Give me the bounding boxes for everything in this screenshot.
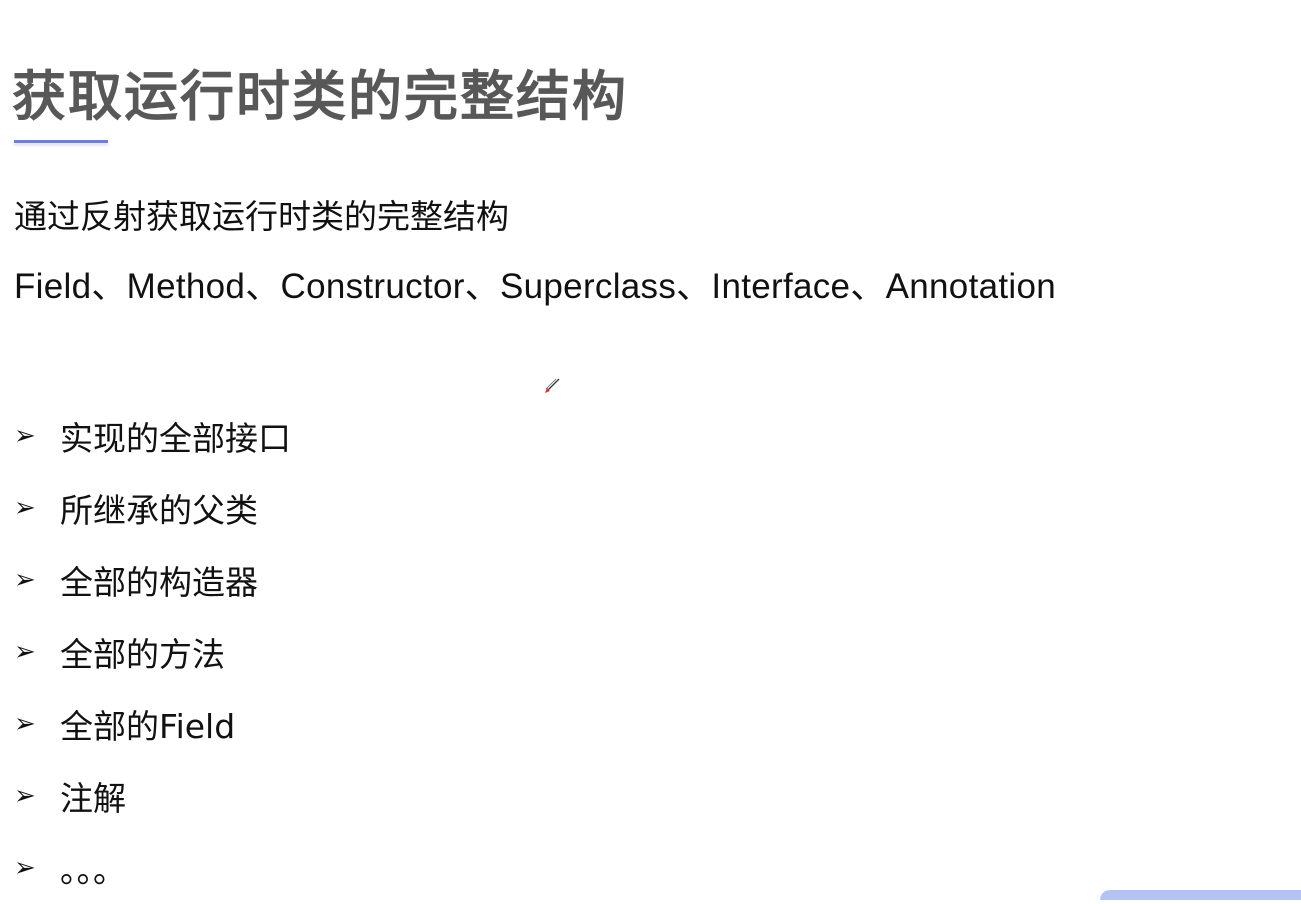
arrow-bullet-icon: ➢ [14,565,36,595]
list-item: ➢ 全部的Field [14,688,291,760]
slide-subtitle: 通过反射获取运行时类的完整结构 [14,197,509,236]
list-item-text: 实现的全部接口 [60,419,291,458]
slide-title: 获取运行时类的完整结构 [12,65,628,128]
slide: 获取运行时类的完整结构 通过反射获取运行时类的完整结构 Field、Method… [0,0,1301,900]
corner-accent-bar [1100,890,1301,900]
list-item: ➢ 实现的全部接口 [14,400,291,472]
list-item: ➢ 全部的方法 [14,616,291,688]
title-underline [14,140,108,143]
arrow-bullet-icon: ➢ [14,421,36,451]
list-item-text: 注解 [60,779,126,818]
list-item-text: 全部的方法 [60,635,225,674]
arrow-bullet-icon: ➢ [14,853,36,883]
slide-subtitle-english: Field、Method、Constructor、Superclass、Inte… [14,267,1056,306]
list-item: ➢ 。。。 [14,832,291,904]
list-item-text: 。。。 [60,851,126,890]
arrow-bullet-icon: ➢ [14,493,36,523]
list-item: ➢ 全部的构造器 [14,544,291,616]
pen-cursor-icon [545,378,560,393]
list-item-text: 所继承的父类 [60,491,258,530]
list-item-text: 全部的构造器 [60,563,258,602]
bullet-list: ➢ 实现的全部接口 ➢ 所继承的父类 ➢ 全部的构造器 ➢ 全部的方法 ➢ 全部… [14,400,291,904]
arrow-bullet-icon: ➢ [14,709,36,739]
arrow-bullet-icon: ➢ [14,637,36,667]
list-item: ➢ 注解 [14,760,291,832]
list-item-text: 全部的Field [60,707,236,746]
arrow-bullet-icon: ➢ [14,781,36,811]
list-item: ➢ 所继承的父类 [14,472,291,544]
